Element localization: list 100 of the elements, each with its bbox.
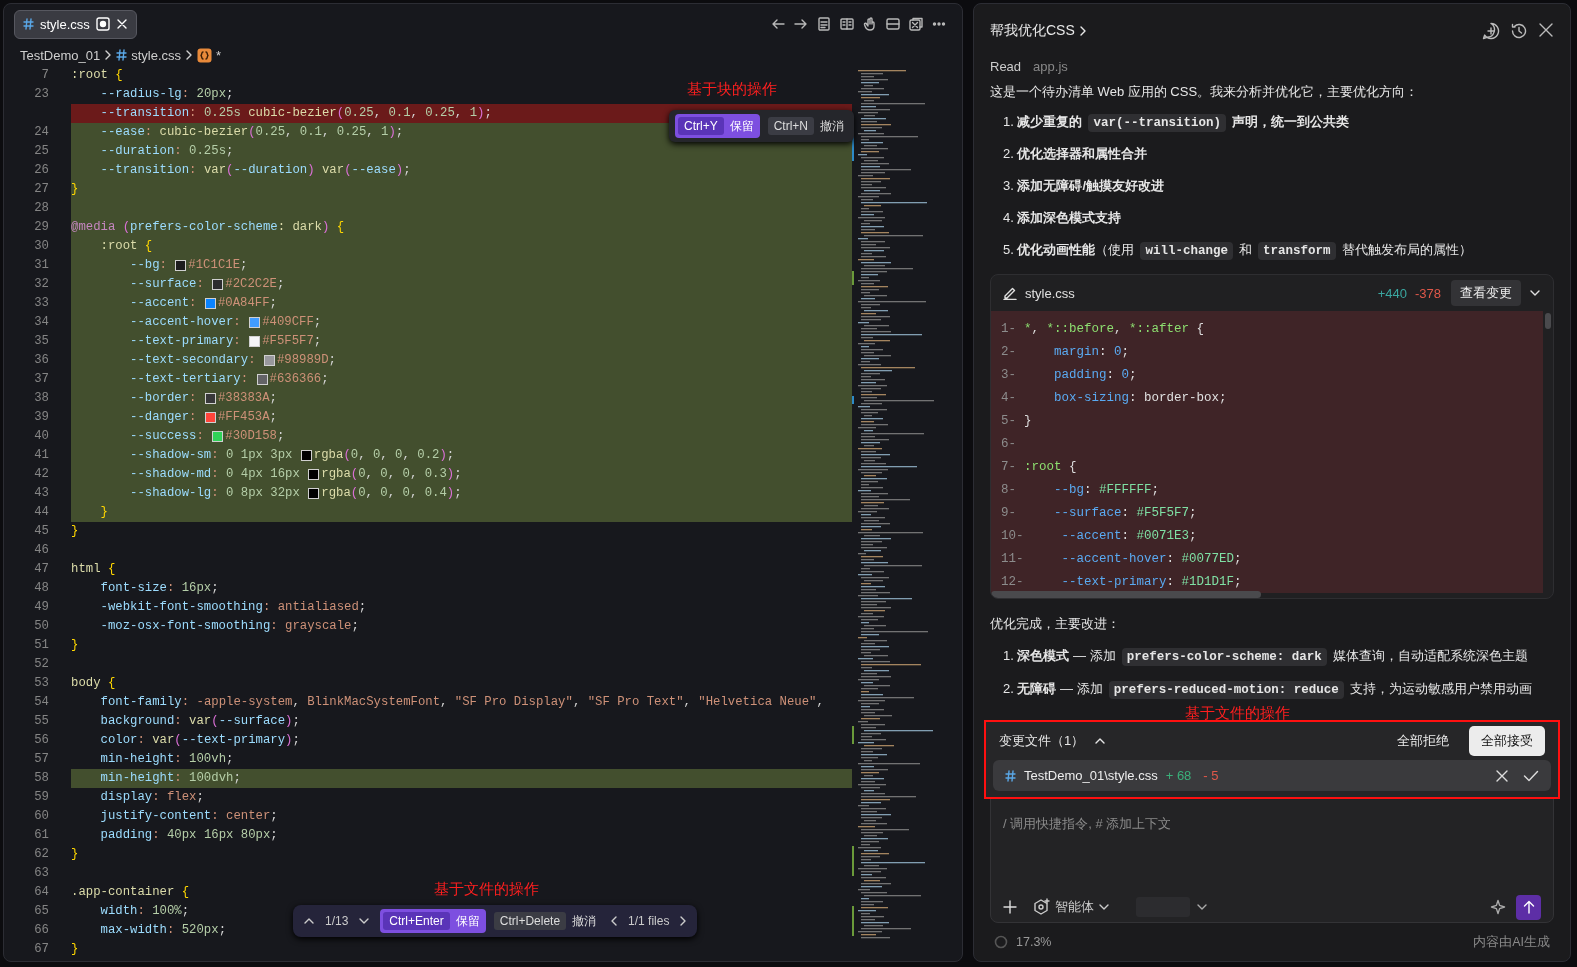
code-text: .app-container {: [71, 884, 190, 901]
breadcrumb-item[interactable]: style.css: [131, 47, 182, 63]
line-number: 4-: [1001, 390, 1016, 405]
code-text: #2C2C2E;: [225, 276, 285, 293]
chevron-right-icon[interactable]: [1078, 24, 1087, 37]
changed-file-row[interactable]: TestDemo_01\style.css + 68 - 5: [993, 760, 1551, 792]
line-number: 5-: [1001, 413, 1016, 428]
close-icon[interactable]: [1538, 21, 1554, 38]
line-number: 45: [33, 523, 49, 540]
progress-text: 17.3%: [1016, 935, 1052, 950]
code-text: --text-primary: #1D1D1F;: [1060, 574, 1242, 589]
chevron-down-icon[interactable]: [358, 917, 371, 925]
send-button[interactable]: [1516, 895, 1541, 920]
line-number: 36: [33, 352, 49, 369]
spinner-icon: [994, 935, 1008, 950]
chevron-up-icon[interactable]: [1094, 737, 1107, 746]
line-number: 65: [33, 903, 49, 920]
line-number: 66: [33, 922, 49, 939]
line-number: 54: [33, 694, 49, 711]
chevron-right-icon[interactable]: [679, 915, 688, 927]
line-number: 35: [33, 333, 49, 350]
code-text: --surface:: [129, 276, 205, 293]
code-text: justify-content: center;: [99, 808, 278, 825]
book-icon[interactable]: [840, 17, 854, 31]
list-item: 4. 添加深色模式支持: [1002, 209, 1123, 228]
accept-icon[interactable]: [1523, 768, 1539, 783]
agent-icon: [1033, 898, 1051, 917]
code-text: --accent: #0071E3;: [1060, 528, 1197, 543]
sparkle-icon[interactable]: [1490, 899, 1506, 916]
chevron-up-icon[interactable]: [303, 917, 315, 925]
line-number: 37: [33, 371, 49, 388]
code-text: width: 100%;: [99, 903, 190, 920]
accept-all-button[interactable]: 全部接受: [1469, 726, 1545, 757]
code-text: #1C1C1E;: [188, 257, 248, 274]
line-number: 56: [33, 732, 49, 749]
line-number: 11-: [1001, 551, 1024, 566]
line-number: 42: [33, 466, 49, 483]
mode-dropdown[interactable]: 智能体: [1027, 897, 1116, 918]
arrow-left-icon[interactable]: [771, 17, 785, 31]
reject-all-button[interactable]: 全部拒绝: [1387, 728, 1459, 755]
line-number: 30: [33, 238, 49, 255]
code-text: html {: [71, 561, 116, 578]
view-changes-button[interactable]: 查看变更: [1451, 280, 1521, 307]
breadcrumb-item[interactable]: *: [216, 47, 222, 63]
chevron-down-icon[interactable]: [1529, 289, 1541, 298]
code-text: padding: 40px 16px 80px;: [99, 827, 278, 844]
line-number: 61: [33, 827, 49, 844]
line-number: 23: [33, 86, 49, 103]
hand-icon[interactable]: [863, 17, 877, 31]
code-text: }: [1024, 413, 1032, 428]
line-number: 41: [33, 447, 49, 464]
scrollbar[interactable]: [1545, 313, 1551, 330]
code-text: font-family: -apple-system, BlinkMacSystemFont, "SF Pro Display", "SF Pro Text", "Helvetica Neue",: [99, 694, 824, 711]
window-icon[interactable]: [909, 17, 923, 31]
code-text: }: [99, 504, 108, 521]
list-item: 1. 减少重复的 var(--transition) 声明，统一到公共类: [1002, 113, 1350, 135]
document-icon[interactable]: [817, 17, 831, 31]
hash-icon: [116, 49, 128, 61]
editor-tab[interactable]: style.css: [14, 9, 137, 39]
chat-input[interactable]: / 调用快捷指令, # 添加上下文: [991, 799, 1553, 887]
line-number: 52: [33, 656, 49, 673]
scrollbar[interactable]: [991, 591, 1261, 599]
undo-button[interactable]: Ctrl+N 撤消: [767, 114, 849, 138]
code-text: --border:: [129, 390, 198, 407]
chevron-left-icon[interactable]: [610, 915, 619, 927]
layout-icon[interactable]: [886, 17, 900, 31]
plus-icon[interactable]: [1003, 900, 1017, 915]
code-text: --duration: 0.25s;: [99, 143, 234, 160]
disclaimer-text: 内容由AI生成: [1473, 933, 1550, 951]
code-text: #636366;: [269, 371, 329, 388]
close-icon[interactable]: [115, 18, 128, 30]
line-number: 1-: [1001, 321, 1016, 336]
file-name: style.css: [1025, 285, 1075, 301]
read-label: Read: [990, 58, 1022, 74]
arrow-up-icon: [1522, 900, 1535, 915]
keep-button[interactable]: Ctrl+Enter 保留: [380, 909, 486, 933]
arrow-right-icon[interactable]: [794, 17, 808, 31]
code-text: #FF453A;: [217, 409, 277, 426]
code-text: min-height: 100vh;: [99, 751, 234, 768]
list-item: 3. 添加无障碍/触摸友好改进: [1002, 177, 1166, 196]
added-count: + 68: [1165, 768, 1192, 784]
code-text: --accent:: [129, 295, 198, 312]
list-item: 5. 优化动画性能（使用 will-change 和 transform 替代触发布局的属性）: [1002, 241, 1473, 263]
chevron-right-icon: [185, 49, 194, 61]
annotation-label: 基于文件的操作: [1185, 704, 1290, 723]
keep-button[interactable]: Ctrl+Y 保留: [675, 114, 760, 138]
line-number: 7-: [1001, 459, 1016, 474]
list-item: 2. 优化选择器和属性合并: [1002, 145, 1149, 164]
line-number: 6-: [1001, 436, 1016, 451]
code-text: }: [71, 846, 79, 863]
line-number: 49: [33, 599, 49, 616]
code-text: :root {: [1024, 459, 1077, 474]
file-link[interactable]: app.js: [1033, 58, 1068, 74]
history-icon[interactable]: [1510, 21, 1528, 40]
hash-icon: [23, 18, 34, 30]
removed-count: - 5: [1203, 768, 1219, 784]
reject-icon[interactable]: [1495, 768, 1509, 783]
breadcrumb-item[interactable]: TestDemo_01: [20, 47, 101, 63]
code-text: --bg:: [129, 257, 168, 274]
chat-title[interactable]: 帮我优化CSS: [990, 21, 1075, 40]
